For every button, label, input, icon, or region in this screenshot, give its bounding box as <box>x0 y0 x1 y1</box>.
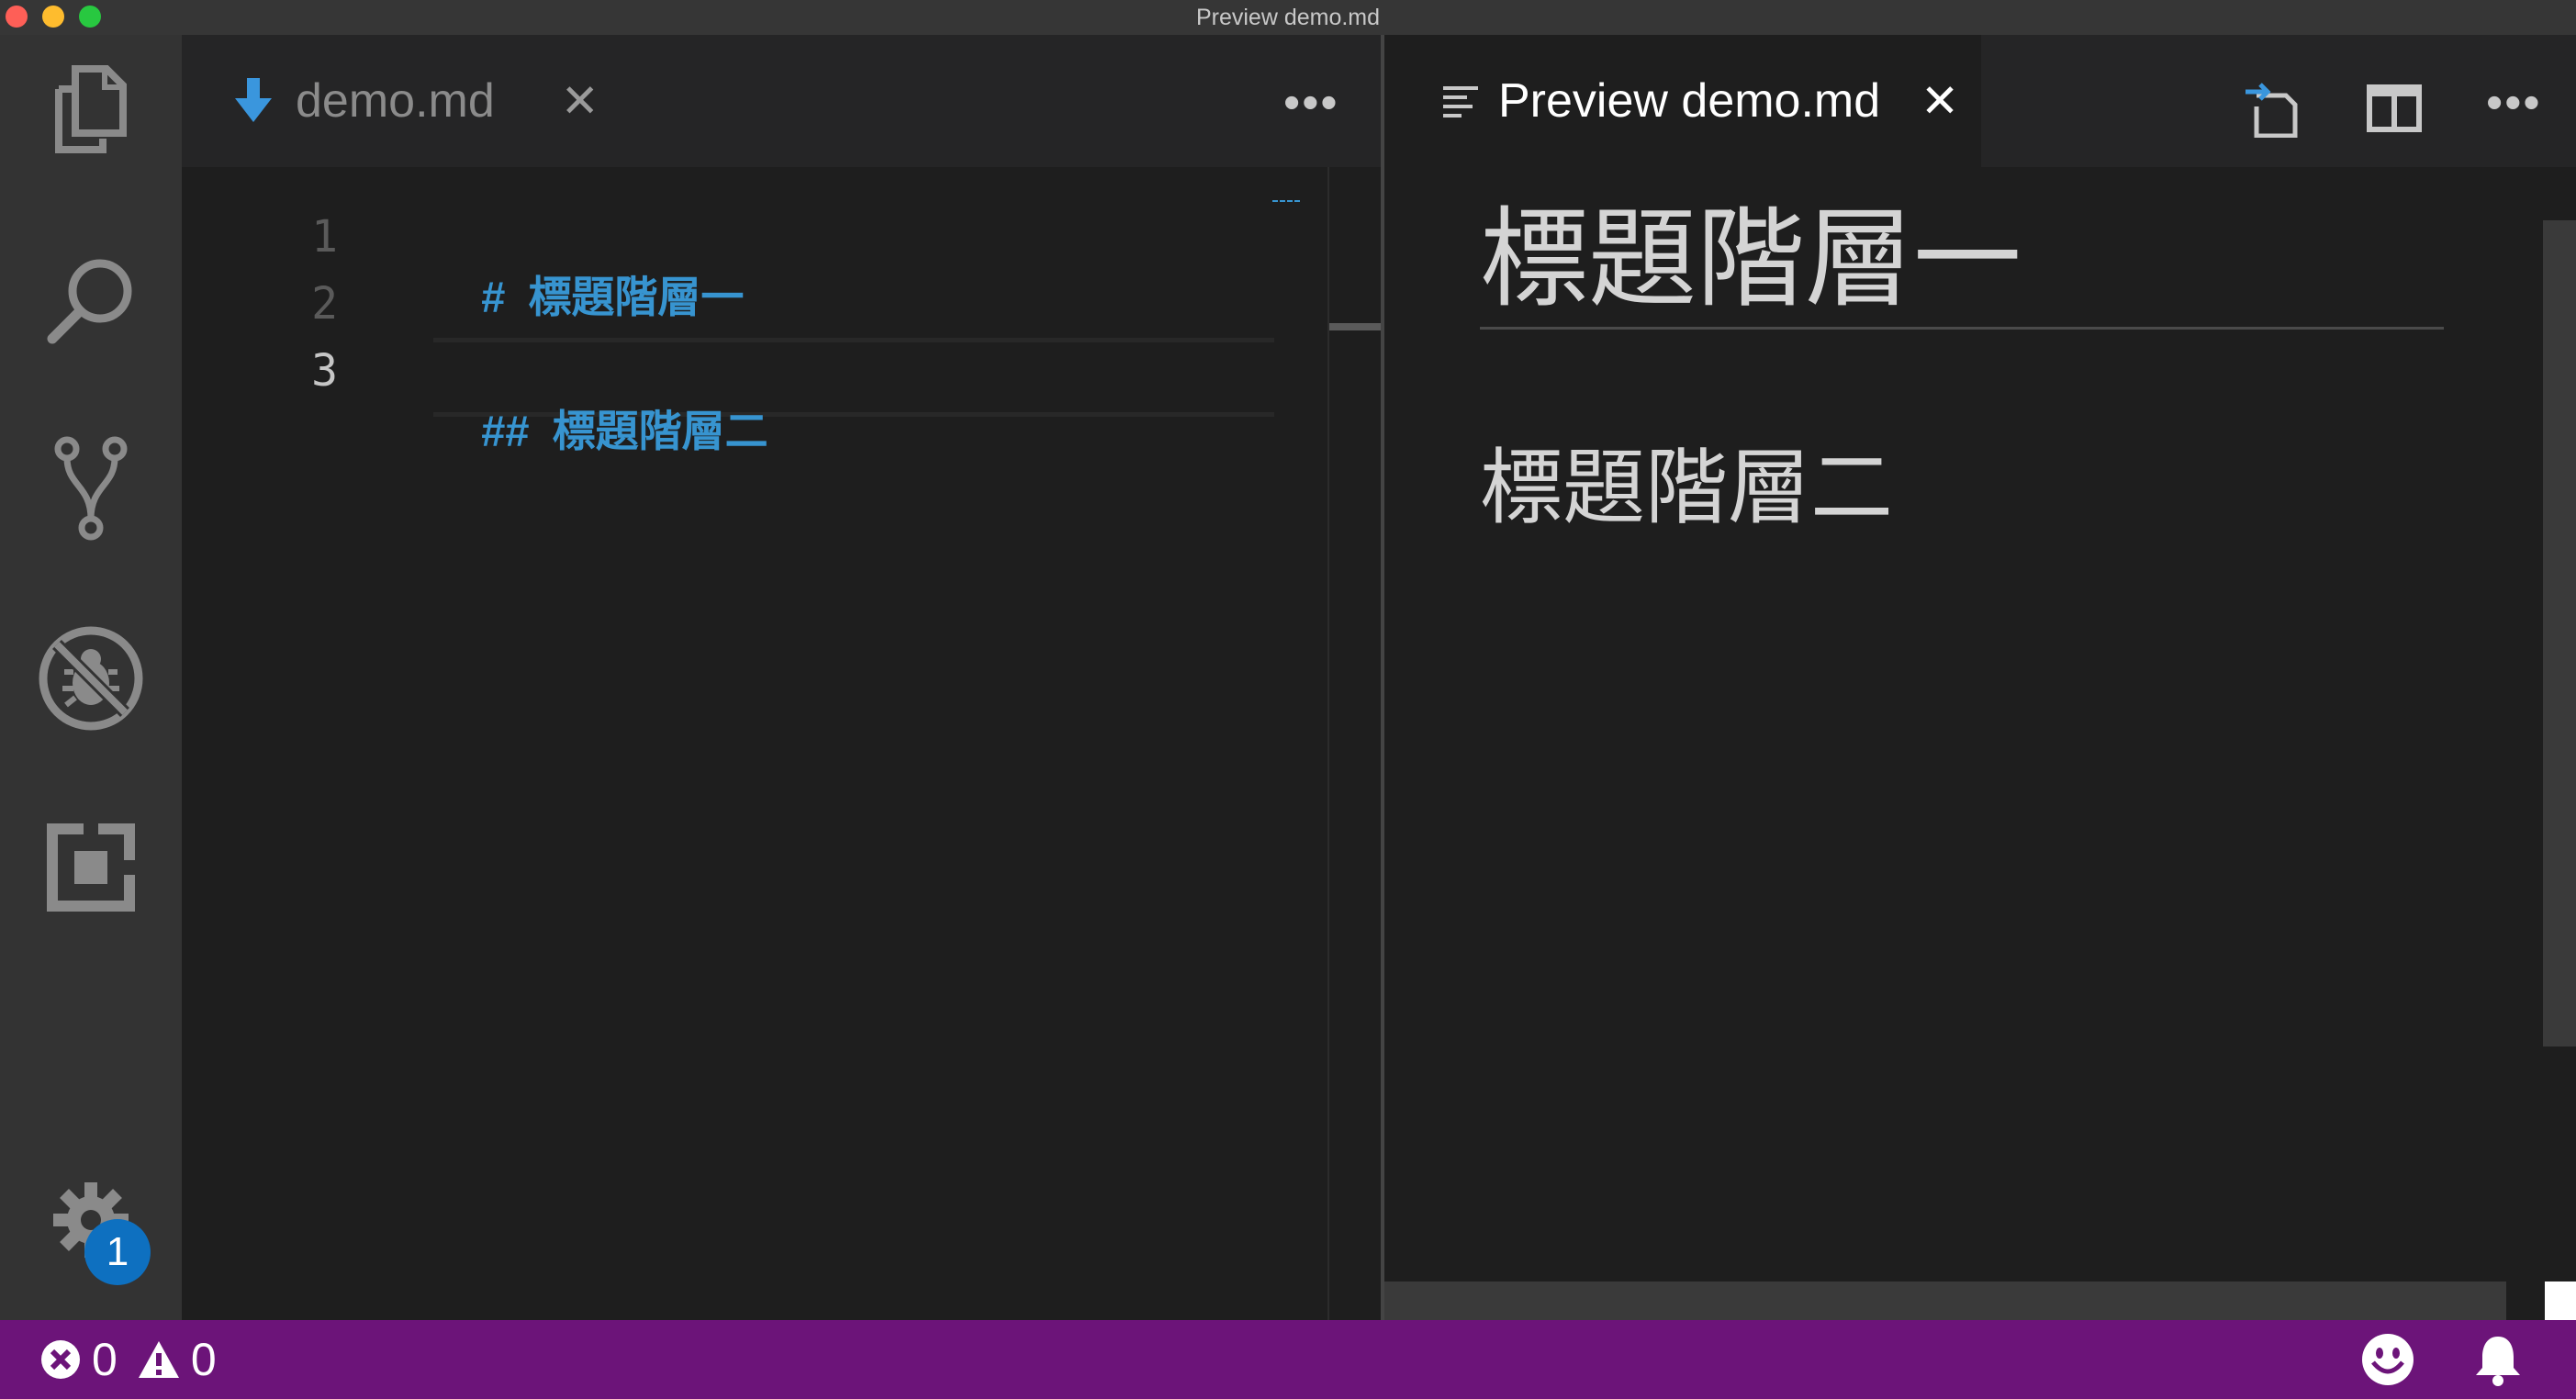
window-titlebar: Preview demo.md <box>0 0 2576 35</box>
preview-more-actions-icon[interactable]: ••• <box>2486 75 2542 130</box>
preview-horizontal-scrollbar[interactable] <box>1384 1281 2506 1320</box>
search-icon[interactable] <box>31 241 151 360</box>
extensions-icon[interactable] <box>31 808 151 927</box>
minimize-window-button[interactable] <box>42 6 64 28</box>
scrollbar-corner <box>2545 1281 2576 1320</box>
debug-icon[interactable] <box>31 619 151 738</box>
close-tab-button[interactable]: ✕ <box>1921 74 1959 128</box>
scrollbar-thumb[interactable] <box>1329 323 1381 330</box>
editor-tabbar: demo.md ✕ ••• <box>182 35 1381 167</box>
preview-heading-2: 標題階層二 <box>1480 442 1893 534</box>
error-icon <box>40 1339 81 1380</box>
warning-count: 0 <box>190 1334 217 1385</box>
line-number: 3 <box>311 345 338 397</box>
notifications-bell-icon[interactable] <box>2473 1320 2523 1399</box>
status-bar: 0 0 <box>0 1320 2576 1399</box>
code-line-3[interactable]: ## 標題階層二 <box>433 345 768 509</box>
tab-demo-md[interactable]: demo.md ✕ <box>182 35 635 167</box>
error-count: 0 <box>92 1334 118 1385</box>
preview-vertical-scrollbar[interactable] <box>2543 220 2576 1046</box>
tab-label: Preview demo.md <box>1498 74 1881 128</box>
editor-scrollbar[interactable] <box>1327 167 1383 1320</box>
heading-text: 標題階層二 <box>552 407 768 455</box>
settings-update-badge[interactable]: 1 <box>84 1219 151 1285</box>
close-window-button[interactable] <box>6 6 28 28</box>
heading-marker: ## <box>481 407 530 455</box>
tab-preview-demo-md[interactable]: Preview demo.md ✕ <box>1384 35 1981 167</box>
preview-heading-1: 標題階層一 <box>1480 199 2022 320</box>
zoom-window-button[interactable] <box>79 6 101 28</box>
close-tab-button[interactable]: ✕ <box>561 74 599 128</box>
editor-more-actions-icon[interactable]: ••• <box>1283 75 1339 130</box>
window-title: Preview demo.md <box>1195 4 1381 30</box>
source-control-icon[interactable] <box>31 430 151 549</box>
preview-tabbar: Preview demo.md ✕ ••• <box>1384 35 2576 167</box>
heading-marker: # <box>481 273 506 321</box>
window-controls <box>6 6 101 28</box>
markdown-file-icon <box>235 78 272 124</box>
split-editor-icon[interactable] <box>2358 72 2431 145</box>
editor-group-source: demo.md ✕ ••• 1 2 3 # 標題階層一 ## 標題階層二 <box>182 35 1383 1320</box>
line-number: 2 <box>311 278 338 330</box>
activity-bar: 1 <box>0 35 182 1320</box>
editor-group-preview: Preview demo.md ✕ ••• 標題階層一 標題階層二 <box>1384 35 2576 1320</box>
open-source-icon[interactable] <box>2234 72 2308 145</box>
files-icon[interactable] <box>31 50 151 169</box>
heading-text: 標題階層一 <box>528 273 745 321</box>
heading-rule <box>1480 327 2444 330</box>
feedback-smiley-icon[interactable] <box>2361 1320 2414 1399</box>
minimap-content <box>1272 200 1300 213</box>
line-number: 1 <box>311 211 338 263</box>
warning-icon <box>138 1340 180 1379</box>
tab-label: demo.md <box>296 74 495 128</box>
problems-indicator[interactable]: 0 0 <box>40 1320 217 1399</box>
preview-lines-icon <box>1443 83 1478 119</box>
